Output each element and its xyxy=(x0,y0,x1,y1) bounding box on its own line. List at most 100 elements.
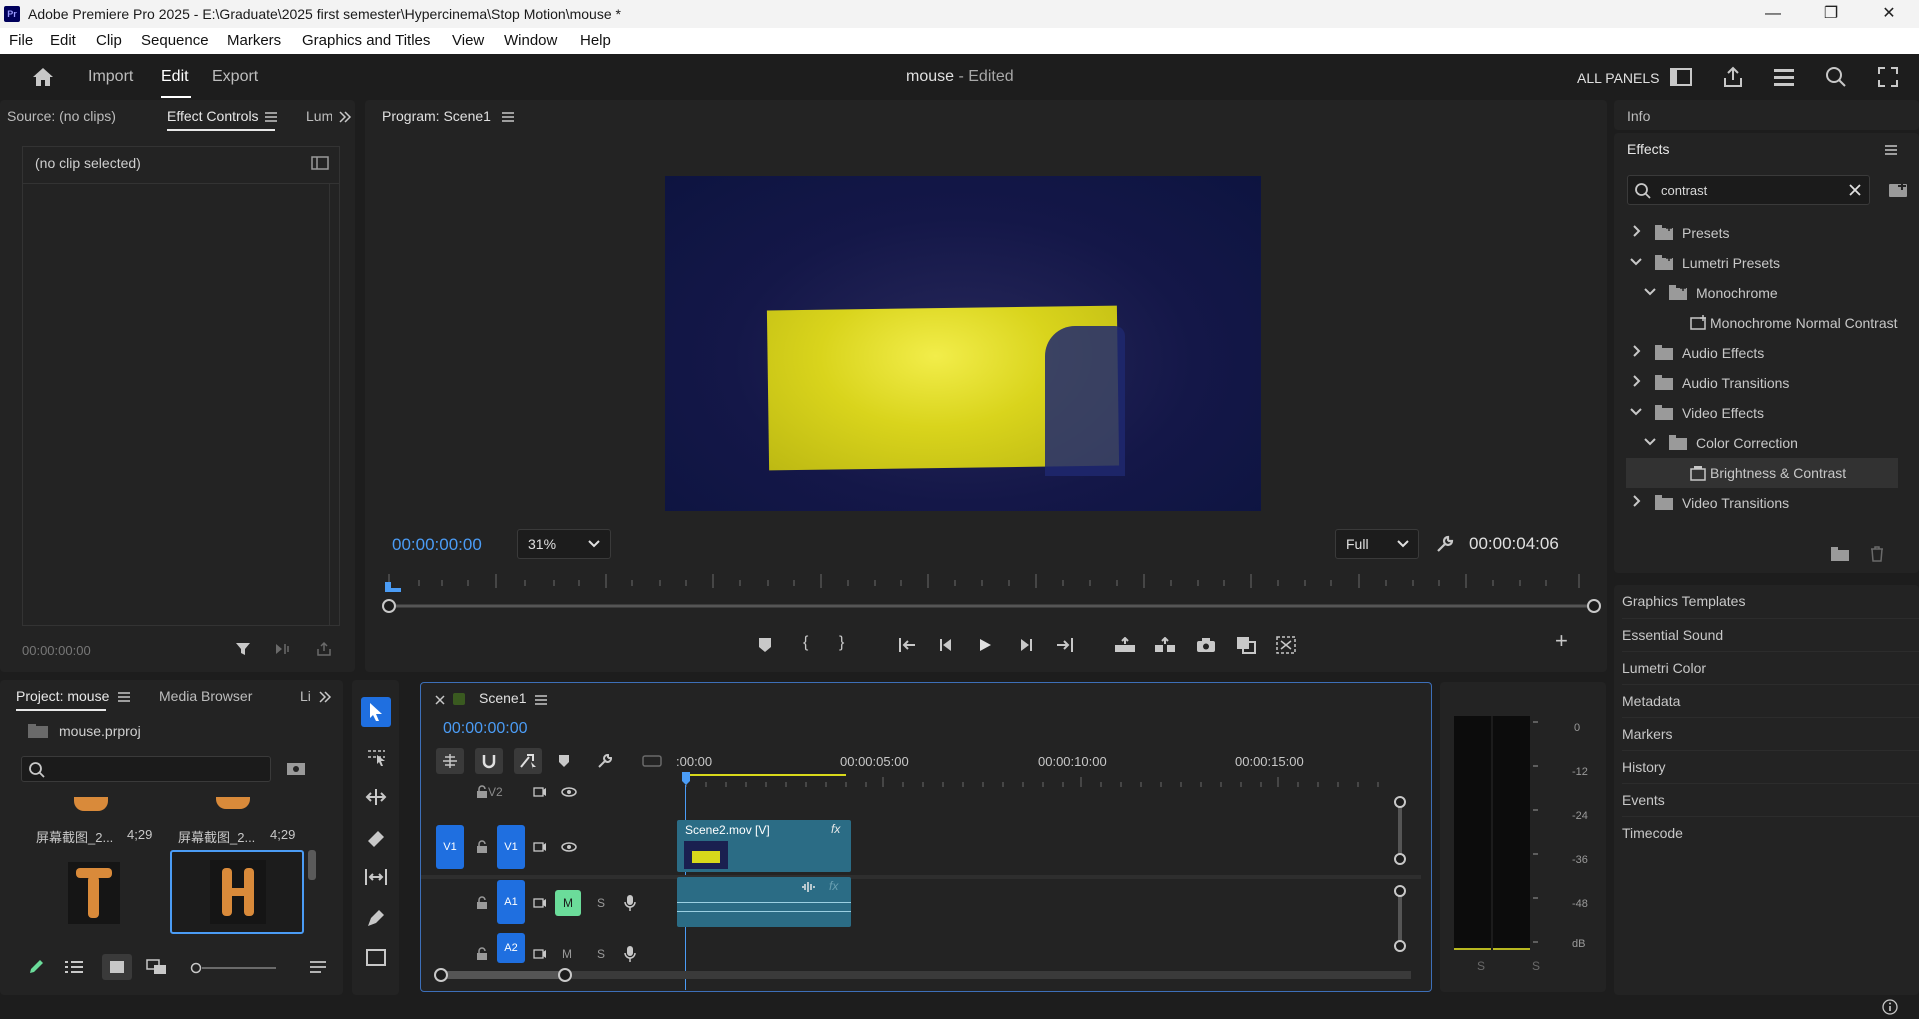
go-to-in-icon[interactable] xyxy=(898,637,916,653)
freeform-view-icon[interactable] xyxy=(146,959,168,975)
panel-history[interactable]: History xyxy=(1622,750,1919,782)
program-title[interactable]: Program: Scene1 xyxy=(382,108,491,124)
linked-selection-toggle[interactable] xyxy=(514,748,542,774)
mute-a2-button[interactable]: M xyxy=(562,947,572,961)
track-target-a2[interactable]: A2 xyxy=(497,933,525,963)
chevron-double-right-icon[interactable] xyxy=(338,111,352,123)
minimize-icon[interactable]: — xyxy=(1744,0,1802,28)
tab-export[interactable]: Export xyxy=(212,68,258,86)
tab-media-browser[interactable]: Media Browser xyxy=(159,688,252,704)
panel-essential-sound[interactable]: Essential Sound xyxy=(1622,618,1919,650)
chevron-double-right-icon[interactable] xyxy=(318,691,332,703)
tab-edit[interactable]: Edit xyxy=(161,68,189,86)
tab-libraries[interactable]: Li xyxy=(300,688,314,704)
program-current-timecode[interactable]: 00:00:00:00 xyxy=(392,535,482,555)
panel-menu-icon[interactable] xyxy=(264,111,278,123)
thumbnail-image-t[interactable] xyxy=(68,862,120,924)
tree-item-monochrome-normal-contrast[interactable]: Monochrome Normal Contrast xyxy=(1626,308,1898,338)
toggle-sync-icon[interactable] xyxy=(533,787,547,797)
eye-icon[interactable] xyxy=(561,842,577,852)
menu-file[interactable]: File xyxy=(9,32,33,49)
menu-help[interactable]: Help xyxy=(580,32,611,49)
sequence-tab[interactable]: Scene1 xyxy=(479,690,526,706)
effects-search-input[interactable]: contrast xyxy=(1661,183,1707,198)
solo-a2-button[interactable]: S xyxy=(597,947,605,961)
fx-badge[interactable]: fx xyxy=(831,822,840,836)
step-forward-icon[interactable] xyxy=(1017,638,1033,652)
tab-lumetri[interactable]: Lum xyxy=(306,108,332,124)
toggle-sync-icon[interactable] xyxy=(533,949,547,959)
lock-icon[interactable] xyxy=(476,840,488,854)
filter-icon[interactable] xyxy=(235,641,251,657)
panel-markers[interactable]: Markers xyxy=(1622,717,1919,749)
home-icon[interactable] xyxy=(31,66,55,88)
menu-view[interactable]: View xyxy=(452,32,484,49)
tab-project[interactable]: Project: mouse xyxy=(16,688,109,704)
menu-edit[interactable]: Edit xyxy=(50,32,76,49)
solo-a1-button[interactable]: S xyxy=(597,896,605,910)
mute-a1-button[interactable]: M xyxy=(555,890,581,916)
track-select-tool-icon[interactable] xyxy=(365,747,389,767)
tab-source[interactable]: Source: (no clips) xyxy=(7,108,116,124)
pen-tool-icon[interactable] xyxy=(365,907,387,929)
tree-item-audio-transitions[interactable]: Audio Transitions xyxy=(1626,368,1898,398)
progress-list-icon[interactable] xyxy=(1773,67,1795,87)
eye-icon[interactable] xyxy=(561,787,577,797)
extract-icon[interactable] xyxy=(1154,637,1176,653)
pencil-icon[interactable] xyxy=(27,958,45,976)
horizontal-zoom-scroller[interactable] xyxy=(431,966,1421,984)
add-marker-icon[interactable] xyxy=(558,754,570,768)
tree-item-color-correction[interactable]: Color Correction xyxy=(1626,428,1898,458)
tree-item-audio-effects[interactable]: Audio Effects xyxy=(1626,338,1898,368)
panel-menu-icon[interactable] xyxy=(501,111,515,123)
menu-window[interactable]: Window xyxy=(504,32,557,49)
menu-graphics-and-titles[interactable]: Graphics and Titles xyxy=(302,32,430,49)
new-folder-icon[interactable] xyxy=(1830,546,1850,562)
toggle-sync-icon[interactable] xyxy=(533,842,547,852)
export-icon[interactable] xyxy=(316,641,332,657)
zoom-slider[interactable] xyxy=(190,961,280,975)
solo-left-button[interactable]: S xyxy=(1477,959,1485,973)
play-icon[interactable] xyxy=(978,638,992,652)
toggle-sync-icon[interactable] xyxy=(533,898,547,908)
mark-in-icon[interactable]: { xyxy=(803,634,808,652)
source-patch-v1[interactable]: V1 xyxy=(436,825,464,869)
panel-lumetri-color[interactable]: Lumetri Color xyxy=(1622,651,1919,683)
trash-icon[interactable] xyxy=(1869,545,1885,563)
panel-timecode[interactable]: Timecode xyxy=(1622,816,1919,848)
ripple-edit-tool-icon[interactable] xyxy=(364,787,388,807)
wrench-icon[interactable] xyxy=(596,752,614,770)
lift-icon[interactable] xyxy=(1114,637,1136,653)
razor-tool-icon[interactable] xyxy=(365,827,387,849)
proxy-toggle-icon[interactable] xyxy=(1276,636,1296,654)
menu-clip[interactable]: Clip xyxy=(96,32,122,49)
fullscreen-icon[interactable] xyxy=(1877,66,1899,88)
panel-menu-icon[interactable] xyxy=(117,691,131,703)
clear-search-icon[interactable] xyxy=(1849,184,1861,196)
icon-view-button[interactable] xyxy=(102,954,132,980)
go-to-out-icon[interactable] xyxy=(1056,637,1074,653)
bin-item-name[interactable]: 屏幕截图_2... xyxy=(36,827,113,846)
track-target-v1[interactable]: V1 xyxy=(497,825,525,869)
effects-search-box[interactable]: contrast xyxy=(1627,175,1870,205)
scrollbar-thumb[interactable] xyxy=(308,850,316,880)
video-clip[interactable]: Scene2.mov [V] fx xyxy=(677,820,851,872)
menu-markers[interactable]: Markers xyxy=(227,32,281,49)
tree-item-presets[interactable]: Presets xyxy=(1626,218,1898,248)
comparison-view-icon[interactable] xyxy=(1236,636,1256,654)
close-icon[interactable] xyxy=(435,695,445,705)
panel-menu-icon[interactable] xyxy=(1884,144,1898,156)
wrench-icon[interactable] xyxy=(1435,534,1455,554)
tab-info[interactable]: Info xyxy=(1627,108,1650,124)
audio-clip[interactable]: fx xyxy=(677,877,851,927)
captions-icon[interactable] xyxy=(642,755,662,767)
program-time-ruler[interactable] xyxy=(379,570,1604,616)
list-view-icon[interactable] xyxy=(64,960,84,974)
panel-graphics-templates[interactable]: Graphics Templates xyxy=(1622,585,1919,617)
snap-toggle[interactable] xyxy=(475,748,503,774)
audio-fx-badge[interactable]: fx xyxy=(829,879,838,893)
insert-nest-toggle[interactable] xyxy=(436,748,464,774)
solo-right-button[interactable]: S xyxy=(1532,959,1540,973)
search-help-icon[interactable] xyxy=(1825,66,1847,88)
rectangle-tool-icon[interactable] xyxy=(365,948,387,968)
